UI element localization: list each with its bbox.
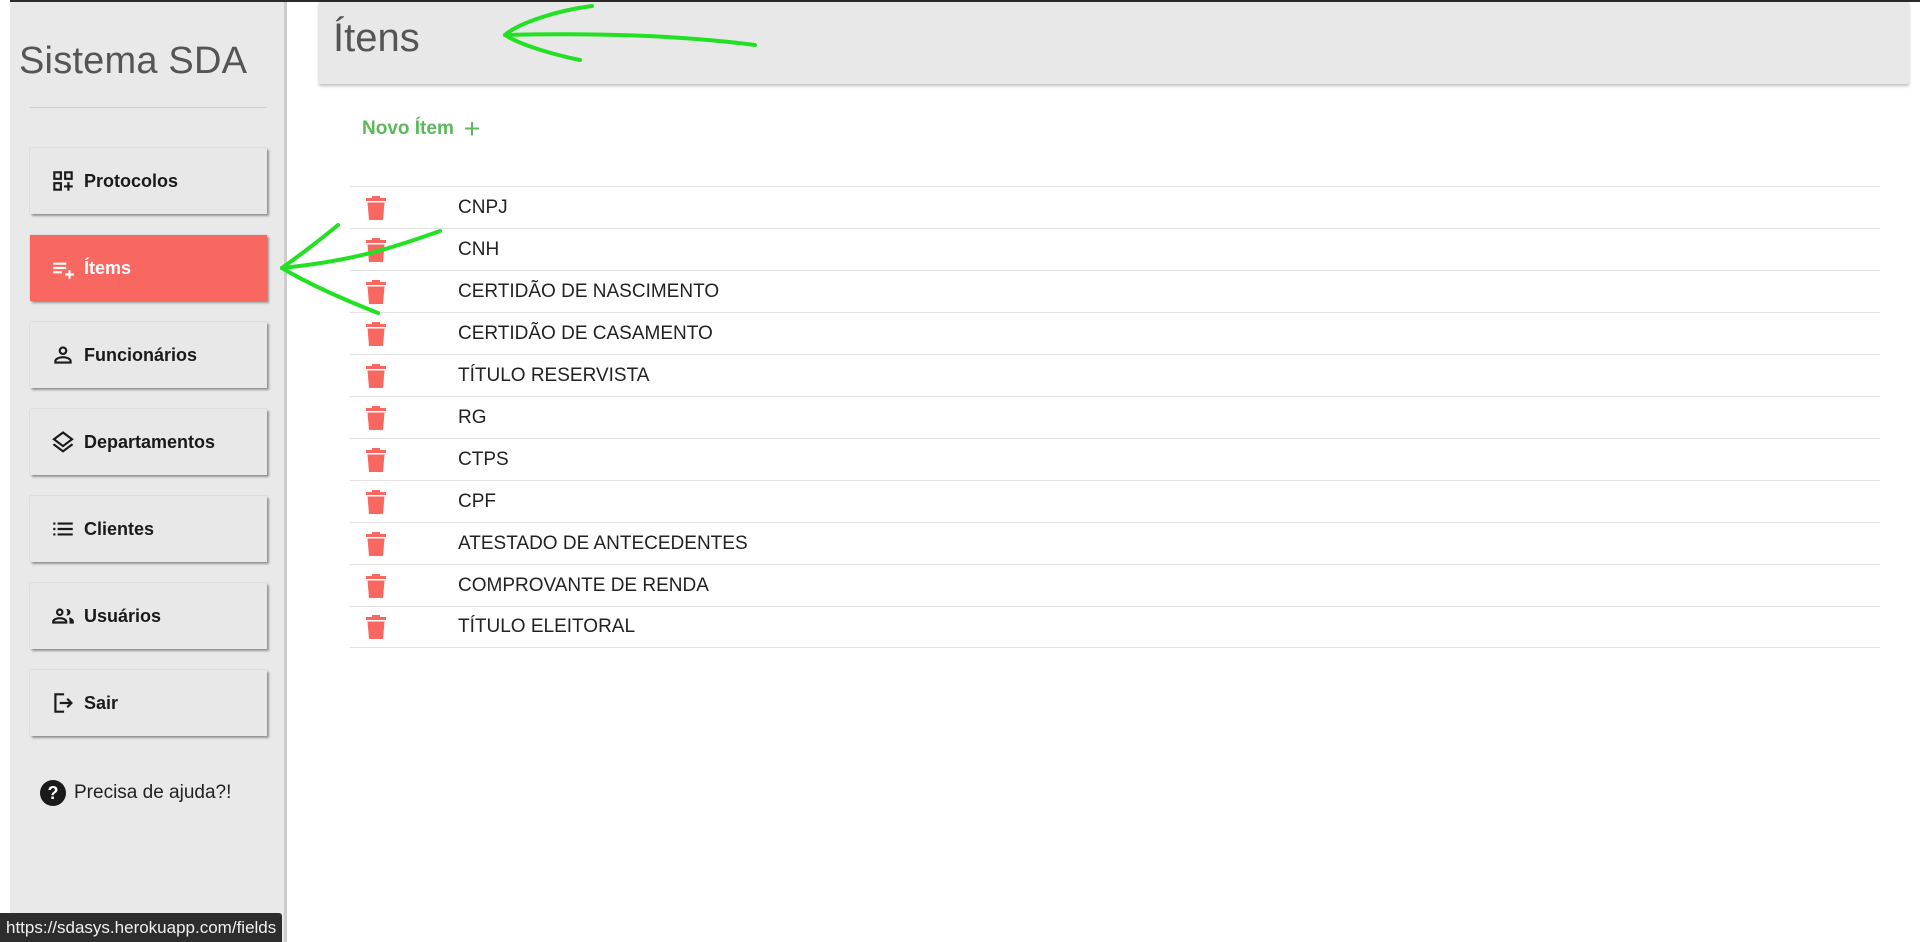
sidebar-item-clientes[interactable]: Clientes [30,496,267,562]
trash-icon[interactable] [366,237,386,262]
person-icon [50,342,76,368]
item-label: TÍTULO ELEITORAL [458,616,636,637]
list-item: RG [350,396,1880,438]
window-left-edge [0,0,10,942]
sidebar-item-items[interactable]: Ítems [30,235,267,301]
sidebar-item-label: Departamentos [84,431,216,452]
plus-icon: + [463,113,481,144]
list-item: COMPROVANTE DE RENDA [350,564,1880,606]
sidebar-item-label: Usuários [84,605,162,626]
list-item: TÍTULO RESERVISTA [350,354,1880,396]
trash-icon[interactable] [366,279,386,304]
layers-icon [50,429,76,455]
trash-icon[interactable] [366,531,386,556]
new-item-button[interactable]: Novo Ítem + [362,113,481,144]
help-label: Precisa de ajuda?! [74,782,232,803]
item-label: CNPJ [458,196,508,218]
playlist-add-icon [50,255,76,281]
list-item: CERTIDÃO DE CASAMENTO [350,312,1880,354]
brand-divider [30,107,267,108]
item-label: COMPROVANTE DE RENDA [458,574,709,596]
sidebar-item-funcionarios[interactable]: Funcionários [30,322,267,388]
list-icon [50,516,76,542]
trash-icon[interactable] [366,195,386,220]
sidebar-item-label: Ítems [84,257,132,278]
page-header: Ítens [319,2,1909,84]
nav-arrow-head-top [280,223,340,270]
sidebar-item-label: Funcionários [84,344,198,365]
item-label: CPF [458,490,496,512]
trash-icon[interactable] [366,573,386,598]
list-item: CERTIDÃO DE NASCIMENTO [350,270,1880,312]
sidebar-item-label: Clientes [84,518,155,539]
list-item: CNPJ [350,186,1880,228]
sidebar-divider [284,2,287,942]
new-item-label: Novo Ítem [362,118,454,139]
sidebar-item-label: Protocolos [84,170,179,191]
item-label: ATESTADO DE ANTECEDENTES [458,532,748,554]
item-label: CTPS [458,448,509,470]
trash-icon[interactable] [366,321,386,346]
grid-add-icon [50,168,76,194]
help-link[interactable]: ? Precisa de ajuda?! [40,780,231,806]
app-brand: Sistema SDA [19,40,248,82]
list-item: ATESTADO DE ANTECEDENTES [350,522,1880,564]
list-item: CNH [350,228,1880,270]
status-bar-url: https://sdasys.herokuapp.com/fields [0,913,283,942]
trash-icon[interactable] [366,615,386,639]
trash-icon[interactable] [366,363,386,388]
logout-icon [50,690,76,716]
item-label: TÍTULO RESERVISTA [458,364,650,386]
sidebar-item-usuarios[interactable]: Usuários [30,583,267,649]
sidebar-item-protocolos[interactable]: Protocolos [30,148,267,214]
items-list: CNPJ CNH CERTIDÃO DE NASCIMENTO CERTIDÃO… [350,186,1880,648]
people-icon [50,603,76,629]
trash-icon[interactable] [366,447,386,472]
item-label: CNH [458,238,500,260]
trash-icon[interactable] [366,405,386,430]
sidebar-item-sair[interactable]: Sair [30,670,267,736]
page-title: Ítens [333,16,420,60]
sidebar-item-label: Sair [84,692,119,713]
sidebar-item-departamentos[interactable]: Departamentos [30,409,267,475]
item-label: CERTIDÃO DE NASCIMENTO [458,280,720,302]
list-item: TÍTULO ELEITORAL [350,606,1880,648]
list-item: CPF [350,480,1880,522]
list-item: CTPS [350,438,1880,480]
trash-icon[interactable] [366,489,386,514]
help-icon: ? [40,780,66,806]
item-label: CERTIDÃO DE CASAMENTO [458,322,713,344]
item-label: RG [458,406,487,428]
